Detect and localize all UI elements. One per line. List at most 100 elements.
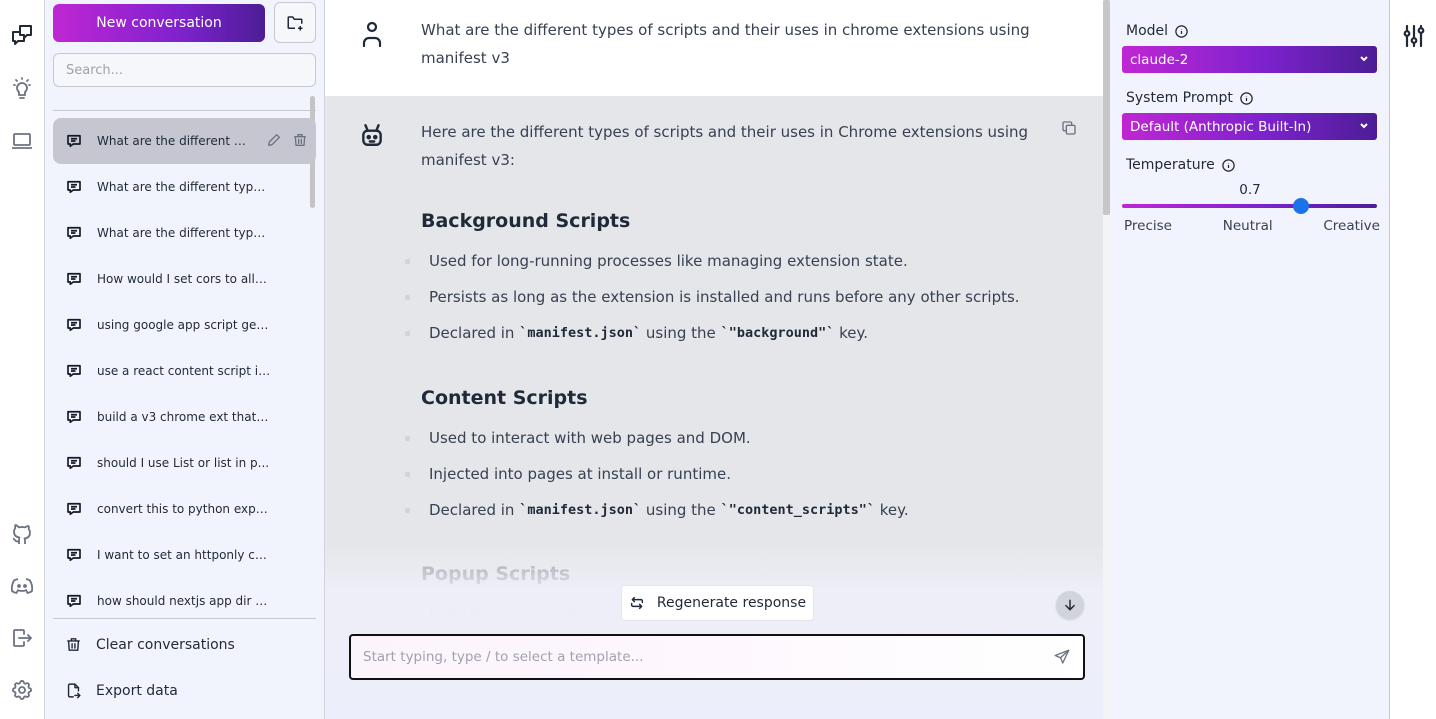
conversation-title: use a react content script in ...	[97, 364, 272, 378]
export-data-button[interactable]: Export data	[65, 682, 178, 699]
conversation-title: build a v3 chrome ext that aut...	[97, 410, 272, 424]
temperature-value: 0.7	[1239, 182, 1261, 198]
conversation-title: convert this to python export...	[97, 502, 272, 516]
list-item: Used for long-running processes like man…	[397, 252, 908, 270]
list-item-text: Persists as long as the extension is ins…	[429, 288, 1020, 306]
message-icon	[65, 454, 83, 472]
chat-input-container	[349, 634, 1085, 680]
chat-input[interactable]	[351, 636, 1041, 678]
system-prompt-label: System Prompt	[1126, 90, 1233, 106]
trash-icon	[67, 638, 80, 651]
app-root: New conversation What are the different …	[0, 0, 1436, 719]
chat-area: What are the different types of scripts …	[325, 0, 1103, 719]
refresh-icon	[630, 596, 643, 610]
export-data-label: Export data	[96, 682, 178, 699]
clear-conversations-label: Clear conversations	[96, 636, 235, 653]
temperature-label-row: Temperature	[1126, 157, 1236, 173]
scroll-to-bottom-button[interactable]	[1056, 591, 1084, 619]
logout-icon[interactable]	[8, 624, 36, 652]
conversation-item[interactable]: convert this to python export...	[53, 486, 316, 532]
right-rail	[1390, 0, 1436, 719]
regenerate-response-button[interactable]: Regenerate response	[621, 585, 814, 621]
search-input[interactable]	[53, 53, 316, 87]
new-conversation-button[interactable]: New conversation	[53, 4, 265, 42]
list-item-text: Declared in	[429, 501, 520, 519]
message-icon	[65, 178, 83, 196]
message-icon	[65, 270, 83, 288]
list-item: Declared in `manifest.json` using the `"…	[397, 501, 909, 519]
temperature-slider[interactable]	[1122, 198, 1377, 214]
system-prompt-select-value: Default (Anthropic Built-In)	[1130, 118, 1312, 135]
list-item: Declared in `manifest.json` using the `"…	[397, 324, 868, 342]
user-message-text: What are the different types of scripts …	[421, 21, 1030, 67]
message-icon	[65, 546, 83, 564]
discord-icon[interactable]	[8, 572, 36, 600]
temperature-label: Temperature	[1126, 157, 1215, 173]
info-icon[interactable]	[1221, 158, 1236, 173]
conversation-item-active[interactable]: What are the different ty…	[53, 118, 316, 164]
user-avatar-icon	[359, 20, 385, 48]
conversation-item[interactable]: build a v3 chrome ext that aut...	[53, 394, 316, 440]
system-prompt-label-row: System Prompt	[1126, 90, 1254, 106]
message-icon	[65, 500, 83, 518]
list-item-text: Used for long-running processes like man…	[429, 252, 908, 270]
section-heading: Background Scripts	[421, 210, 631, 232]
divider	[53, 618, 316, 619]
info-icon[interactable]	[1174, 24, 1189, 39]
conversation-title: should I use List or list in p...	[97, 456, 270, 470]
conversation-item[interactable]: use a react content script in ...	[53, 348, 316, 394]
settings-icon[interactable]	[8, 676, 36, 704]
conversation-title: I want to set an httponly cook...	[97, 548, 272, 562]
model-label-row: Model	[1126, 23, 1189, 39]
chat-scrollbar-thumb[interactable]	[1103, 0, 1110, 215]
conversation-title: how should nextjs app dir be s...	[97, 594, 272, 608]
lightbulb-icon[interactable]	[8, 74, 36, 102]
user-message: What are the different types of scripts …	[325, 0, 1103, 96]
send-icon	[1054, 649, 1070, 664]
conversation-item[interactable]: How would I set cors to allow ...	[53, 256, 316, 302]
message-icon	[65, 132, 83, 150]
list-item-text: key.	[875, 501, 909, 519]
system-prompt-select[interactable]: Default (Anthropic Built-In)	[1122, 113, 1377, 140]
conversation-sidebar: New conversation What are the different …	[45, 0, 325, 719]
conversation-item[interactable]: using google app script get th...	[53, 302, 316, 348]
copy-icon[interactable]	[1061, 120, 1077, 136]
divider	[53, 110, 316, 111]
message-icon	[65, 592, 83, 610]
github-icon[interactable]	[8, 520, 36, 548]
conversation-title: What are the different types o...	[97, 226, 272, 240]
adjustments-icon[interactable]	[1403, 24, 1425, 48]
send-button[interactable]	[1053, 648, 1071, 666]
model-select[interactable]: claude-2	[1122, 46, 1377, 73]
robot-avatar-icon	[359, 122, 385, 150]
conversation-title: What are the different ty…	[97, 134, 247, 148]
conversation-actions	[266, 132, 308, 148]
assistant-intro-text: Here are the different types of scripts …	[421, 123, 1029, 169]
inline-code: `"background"`	[720, 325, 835, 341]
conversation-item[interactable]: What are the different types o...	[53, 164, 316, 210]
conversation-title: using google app script get th...	[97, 318, 272, 332]
inline-code: `manifest.json`	[519, 502, 642, 518]
conversation-item[interactable]: What are the different types o...	[53, 210, 316, 256]
list-item-text: Declared in	[429, 324, 520, 342]
temperature-slider-thumb[interactable]	[1292, 198, 1309, 214]
conversations-icon[interactable]	[8, 21, 36, 49]
pencil-icon[interactable]	[266, 132, 282, 148]
chevron-down-icon	[1360, 123, 1368, 129]
conversation-item[interactable]: I want to set an httponly cook...	[53, 532, 316, 578]
list-item: Persists as long as the extension is ins…	[397, 288, 1020, 306]
list-item: Injected into pages at install or runtim…	[397, 465, 731, 483]
chevron-down-icon	[1360, 56, 1368, 62]
laptop-icon[interactable]	[8, 127, 36, 155]
model-select-value: claude-2	[1130, 51, 1189, 68]
arrow-down-icon	[1065, 599, 1075, 611]
new-folder-button[interactable]	[274, 2, 316, 43]
conversation-title: What are the different types o...	[97, 180, 272, 194]
trash-icon[interactable]	[292, 132, 308, 148]
list-item-text: Injected into pages at install or runtim…	[429, 465, 731, 483]
temperature-label-neutral: Neutral	[1222, 218, 1273, 234]
list-item-text: using the	[641, 501, 721, 519]
clear-conversations-button[interactable]: Clear conversations	[65, 636, 235, 653]
info-icon[interactable]	[1239, 91, 1254, 106]
conversation-item[interactable]: should I use List or list in p...	[53, 440, 316, 486]
